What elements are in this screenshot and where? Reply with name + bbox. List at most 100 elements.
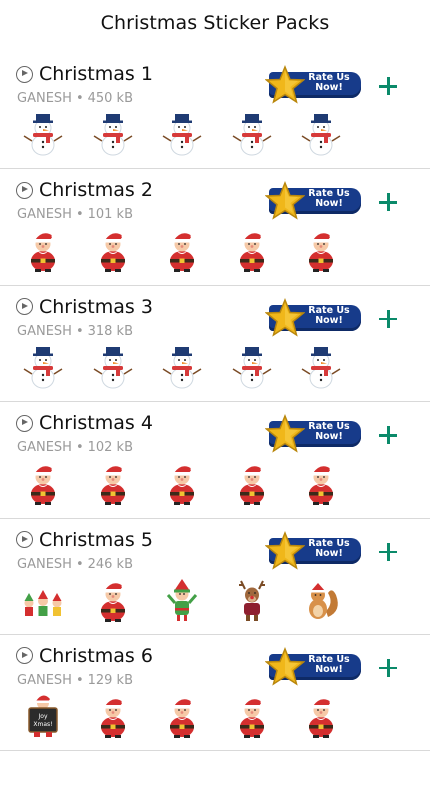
snowman-icon [20, 111, 66, 157]
sticker-preview-row [20, 111, 368, 157]
pack-row-2[interactable]: Christmas 2 GANESH • 101 kB Rate Us Now! [0, 169, 430, 286]
santa-icon [229, 693, 275, 739]
pack-row-4[interactable]: Christmas 4 GANESH • 102 kB Rate Us Now! [0, 402, 430, 519]
pack-meta: GANESH • 246 kB [17, 557, 133, 572]
pack-size: 129 kB [87, 672, 134, 688]
snowman-icon [298, 344, 344, 390]
santa-icon [90, 693, 136, 739]
star-icon [265, 530, 305, 570]
santa-icon [20, 227, 66, 273]
add-pack-button[interactable] [377, 75, 399, 97]
pack-meta: GANESH • 129 kB [17, 673, 133, 688]
rate-us-button[interactable]: Rate Us Now! [265, 530, 361, 570]
play-icon[interactable] [16, 65, 33, 83]
add-pack-button[interactable] [377, 191, 399, 213]
star-icon [265, 414, 305, 453]
sign-icon: Joy Xmas! [20, 693, 66, 739]
sticker-preview-row [20, 227, 368, 273]
santa-icon [229, 227, 275, 273]
pack-author: GANESH [17, 440, 72, 456]
rate-us-button[interactable]: Rate Us Now! [265, 65, 361, 104]
separator-dot: • [75, 91, 84, 106]
pack-meta: GANESH • 450 kB [17, 91, 133, 106]
pack-header: Christmas 2 [16, 179, 153, 201]
pack-header: Christmas 4 [16, 412, 153, 434]
pack-row-5[interactable]: Christmas 5 GANESH • 246 kB Rate Us Now! [0, 519, 430, 635]
pack-row-3[interactable]: Christmas 3 GANESH • 318 kB Rate Us Now! [0, 286, 430, 403]
pack-header: Christmas 6 [16, 645, 153, 667]
play-icon[interactable] [16, 298, 33, 316]
pack-row-1[interactable]: Christmas 1 GANESH • 450 kB Rate Us Now! [0, 53, 430, 170]
sticker-preview-row [20, 344, 368, 390]
play-icon[interactable] [16, 531, 33, 549]
pack-name: Christmas 3 [39, 295, 153, 318]
snowman-icon [90, 344, 136, 390]
pack-author: GANESH [17, 672, 72, 688]
sticker-preview-row [20, 577, 368, 623]
snowman-icon [229, 344, 275, 390]
rate-us-label: Rate Us Now! [308, 653, 350, 675]
separator-dot: • [75, 207, 84, 223]
snowman-icon [159, 111, 205, 157]
sticker-preview-row: Joy Xmas! [20, 693, 368, 739]
pack-header: Christmas 5 [16, 529, 153, 551]
add-pack-button[interactable] [377, 657, 399, 679]
santa-icon [229, 460, 275, 506]
santa-icon [298, 460, 344, 506]
pack-author: GANESH [17, 323, 72, 339]
pack-author: GANESH [17, 91, 72, 106]
pack-size: 102 kB [87, 440, 134, 456]
sticker-preview-row [20, 460, 368, 506]
pack-header: Christmas 1 [16, 63, 153, 85]
santa-icon [159, 227, 205, 273]
pack-name: Christmas 4 [39, 412, 153, 435]
pack-meta: GANESH • 102 kB [17, 440, 133, 455]
rate-us-label: Rate Us Now! [308, 421, 350, 443]
santa-icon [298, 693, 344, 739]
rate-us-button[interactable]: Rate Us Now! [265, 414, 361, 453]
pack-header: Christmas 3 [16, 296, 153, 318]
elf-icon [159, 577, 205, 623]
santa-icon [159, 693, 205, 739]
snowman-icon [20, 344, 66, 390]
star-icon [265, 65, 305, 104]
separator-dot: • [75, 556, 84, 572]
separator-dot: • [75, 440, 84, 456]
squirrel-icon [298, 577, 344, 623]
rate-us-label: Rate Us Now! [308, 304, 350, 326]
santa-icon [90, 460, 136, 506]
pack-row-6[interactable]: Christmas 6 GANESH • 129 kB Rate Us Now! J… [0, 635, 430, 752]
pack-name: Christmas 5 [39, 528, 153, 551]
santa-icon [90, 227, 136, 273]
pack-size: 101 kB [87, 207, 134, 223]
play-icon[interactable] [16, 414, 33, 432]
pack-size: 246 kB [87, 556, 134, 572]
pack-name: Christmas 2 [39, 179, 153, 202]
snowman-icon [298, 111, 344, 157]
add-pack-button[interactable] [377, 541, 399, 563]
add-pack-button[interactable] [377, 308, 399, 330]
page-title: Christmas Sticker Packs [100, 12, 330, 34]
rate-us-label: Rate Us Now! [308, 72, 350, 93]
star-icon [265, 181, 305, 221]
elves-icon [20, 577, 66, 623]
separator-dot: • [75, 323, 84, 339]
rate-us-label: Rate Us Now! [308, 537, 350, 559]
play-icon[interactable] [16, 647, 33, 665]
separator-dot: • [75, 672, 84, 688]
rate-us-button[interactable]: Rate Us Now! [265, 646, 361, 686]
snowman-icon [159, 344, 205, 390]
snowman-icon [90, 111, 136, 157]
play-icon[interactable] [16, 181, 33, 199]
pack-name: Christmas 1 [39, 63, 153, 85]
reindeer-icon [229, 577, 275, 623]
star-icon [265, 297, 305, 337]
santa-icon [20, 460, 66, 506]
pack-size: 450 kB [87, 91, 134, 106]
rate-us-button[interactable]: Rate Us Now! [265, 181, 361, 221]
svg-text:Xmas!: Xmas! [33, 721, 52, 728]
santa-icon [90, 577, 136, 623]
rate-us-button[interactable]: Rate Us Now! [265, 297, 361, 337]
add-pack-button[interactable] [377, 424, 399, 446]
pack-meta: GANESH • 101 kB [17, 207, 133, 222]
